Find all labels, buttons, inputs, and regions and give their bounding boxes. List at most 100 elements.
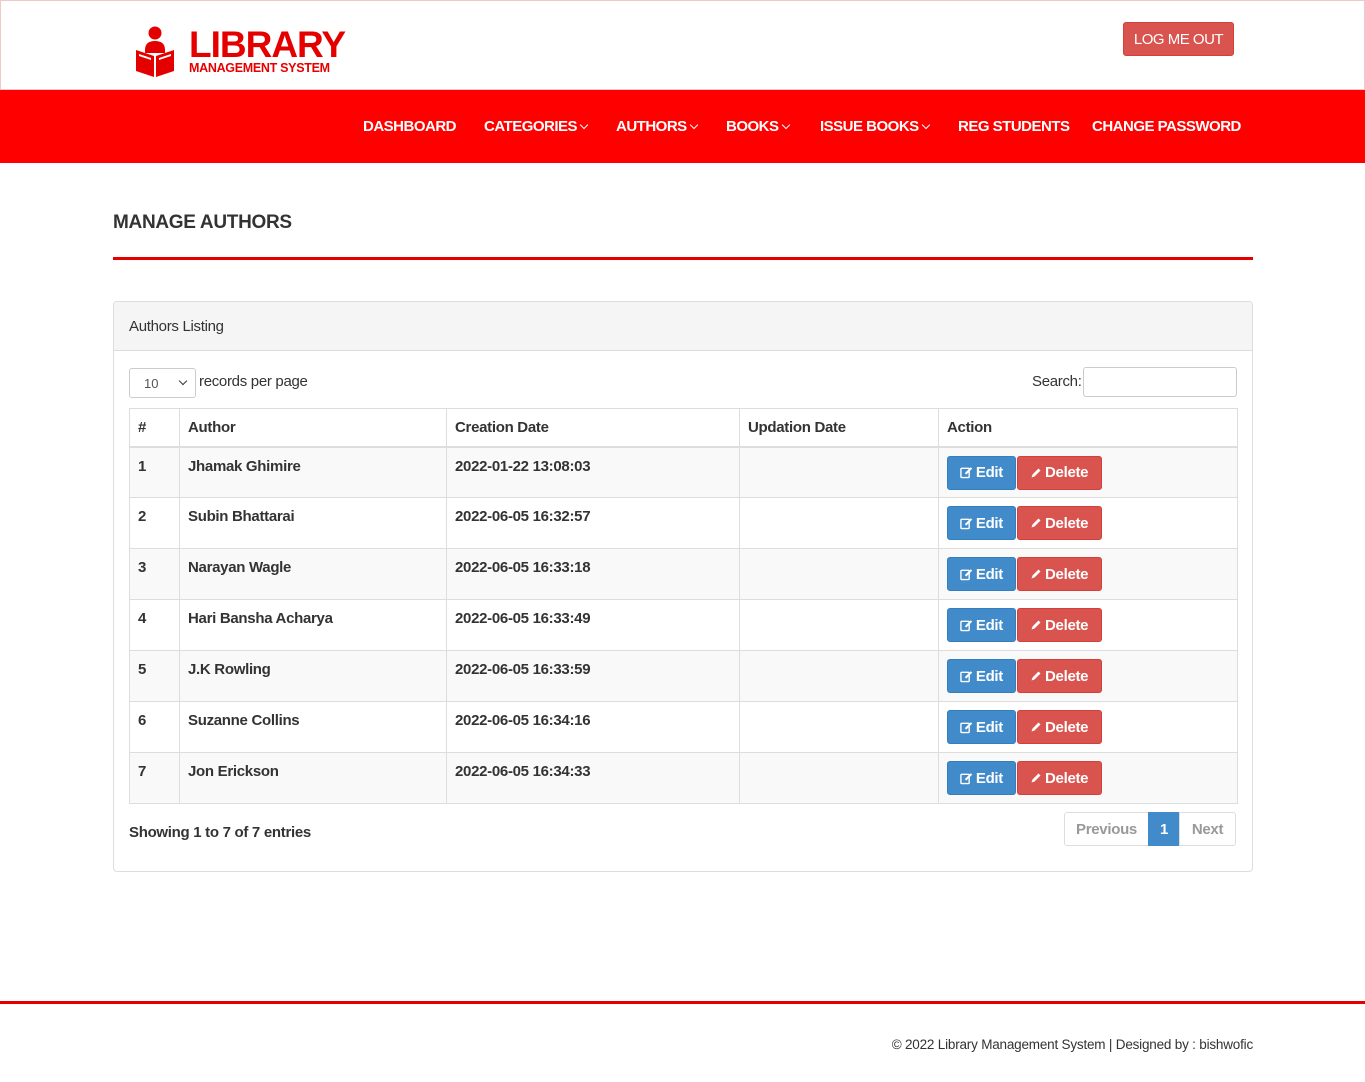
pencil-icon — [1031, 468, 1041, 477]
table-body: 1 Jhamak Ghimire 2022-01-22 13:08:03 Edit De… — [129, 446, 1238, 804]
pagination-next[interactable]: Next — [1179, 812, 1236, 846]
cell-creation-date: 2022-06-05 16:33:59 — [446, 650, 740, 702]
cell-number: 4 — [129, 599, 180, 651]
delete-button[interactable]: Delete — [1017, 710, 1102, 744]
nav-reg-students-label: REG STUDENTS — [958, 118, 1070, 135]
nav-change-password[interactable]: CHANGE PASSWORD — [1092, 90, 1241, 163]
chevron-down-icon — [689, 120, 698, 129]
cell-creation-date: 2022-06-05 16:34:16 — [446, 701, 740, 753]
pencil-icon — [1031, 569, 1041, 579]
edit-icon — [960, 721, 973, 733]
edit-button[interactable]: Edit — [947, 506, 1016, 540]
table-info: Showing 1 to 7 of 7 entries — [129, 824, 311, 841]
edit-icon — [960, 467, 973, 479]
delete-button[interactable]: Delete — [1017, 557, 1102, 591]
title-divider — [113, 257, 1253, 260]
page-title: MANAGE AUTHORS — [113, 212, 292, 233]
delete-button-label: Delete — [1045, 464, 1089, 481]
column-header-updation-date[interactable]: Updation Date — [739, 408, 939, 448]
chevron-down-icon — [921, 120, 930, 129]
chevron-down-icon — [781, 120, 790, 129]
table-row: 1 Jhamak Ghimire 2022-01-22 13:08:03 Edit De… — [129, 446, 1238, 498]
search-input[interactable] — [1083, 367, 1237, 397]
pencil-icon — [1031, 722, 1041, 732]
cell-author: Jon Erickson — [179, 752, 447, 804]
delete-button-label: Delete — [1045, 616, 1089, 634]
nav-issue-books[interactable]: ISSUE BOOKS — [820, 90, 930, 163]
nav-categories-label: CATEGORIES — [484, 118, 578, 135]
nav-dashboard[interactable]: DASHBOARD — [363, 90, 457, 163]
cell-action: Edit Delete — [938, 497, 1238, 549]
cell-creation-date: 2022-06-05 16:33:49 — [446, 599, 740, 651]
table-row: 2 Subin Bhattarai 2022-06-05 16:32:57 Edit D… — [129, 497, 1238, 549]
delete-button[interactable]: Delete — [1017, 659, 1102, 693]
edit-button-label: Edit — [975, 514, 1003, 532]
table-row: 3 Narayan Wagle 2022-06-05 16:33:18 Edit Del… — [129, 548, 1238, 600]
column-header-number[interactable]: # — [129, 408, 180, 448]
nav-categories[interactable]: CATEGORIES — [484, 90, 589, 163]
cell-number: 5 — [129, 650, 180, 702]
delete-button-label: Delete — [1045, 718, 1089, 736]
delete-button-label: Delete — [1045, 667, 1089, 685]
cell-number: 2 — [129, 497, 180, 549]
delete-button-label: Delete — [1045, 769, 1089, 787]
cell-action: Edit Delete — [938, 548, 1238, 600]
table-row: 6 Suzanne Collins 2022-06-05 16:34:16 Edit D… — [129, 701, 1238, 753]
cell-creation-date: 2022-06-05 16:33:18 — [446, 548, 740, 600]
footer-divider — [0, 1001, 1365, 1004]
delete-button[interactable]: Delete — [1017, 455, 1102, 490]
chevron-down-icon — [579, 120, 589, 129]
table-row: 4 Hari Bansha Acharya 2022-06-05 16:33:49 E… — [129, 599, 1238, 651]
cell-updation-date — [739, 446, 939, 498]
delete-button[interactable]: Delete — [1017, 506, 1102, 540]
nav-books[interactable]: BOOKS — [726, 90, 790, 163]
pencil-icon — [1031, 773, 1041, 783]
edit-button[interactable]: Edit — [947, 710, 1016, 744]
cell-action: Edit Delete — [938, 752, 1238, 804]
edit-icon — [960, 568, 973, 580]
delete-button[interactable]: Delete — [1017, 761, 1102, 795]
records-per-page-select[interactable]: 10 — [129, 368, 196, 398]
cell-author: Suzanne Collins — [179, 701, 447, 753]
authors-panel: Authors Listing 10 records per page Sear… — [113, 301, 1253, 872]
nav-change-password-label: CHANGE PASSWORD — [1092, 118, 1241, 135]
column-header-author[interactable]: Author — [179, 408, 447, 448]
cell-number: 1 — [129, 446, 180, 498]
top-header: LIBRARY MANAGEMENT SYSTEM LOG ME OUT — [0, 0, 1365, 90]
cell-creation-date: 2022-01-22 13:08:03 — [446, 446, 740, 498]
delete-button-label: Delete — [1045, 514, 1089, 532]
cell-updation-date — [739, 752, 939, 804]
cell-updation-date — [739, 548, 939, 600]
edit-button[interactable]: Edit — [947, 761, 1016, 795]
edit-button[interactable]: Edit — [947, 608, 1016, 642]
cell-author: Jhamak Ghimire — [179, 446, 447, 498]
edit-button[interactable]: Edit — [947, 455, 1016, 490]
edit-button-label: Edit — [975, 464, 1003, 481]
pencil-icon — [1031, 518, 1041, 528]
brand-title: LIBRARY — [189, 24, 346, 65]
brand-logo[interactable]: LIBRARY MANAGEMENT SYSTEM — [134, 24, 346, 80]
reader-book-icon — [136, 26, 174, 77]
cell-updation-date — [739, 599, 939, 651]
cell-number: 3 — [129, 548, 180, 600]
edit-button[interactable]: Edit — [947, 659, 1016, 693]
logout-button[interactable]: LOG ME OUT — [1123, 22, 1234, 56]
cell-updation-date — [739, 701, 939, 753]
column-header-creation-date[interactable]: Creation Date — [446, 408, 740, 448]
edit-icon — [960, 619, 973, 631]
pagination-page-1[interactable]: 1 — [1148, 812, 1180, 846]
panel-heading-label: Authors Listing — [129, 318, 224, 335]
column-header-action[interactable]: Action — [938, 408, 1238, 448]
main-navbar: DASHBOARD CATEGORIES AUTHORS BOOKS ISSUE… — [0, 90, 1365, 163]
cell-author: J.K Rowling — [179, 650, 447, 702]
nav-reg-students[interactable]: REG STUDENTS — [958, 90, 1070, 163]
nav-authors[interactable]: AUTHORS — [616, 90, 698, 163]
edit-button[interactable]: Edit — [947, 557, 1016, 591]
cell-action: Edit Delete — [938, 599, 1238, 651]
pagination-previous[interactable]: Previous — [1064, 812, 1149, 846]
cell-creation-date: 2022-06-05 16:32:57 — [446, 497, 740, 549]
edit-button-label: Edit — [975, 616, 1003, 634]
pencil-icon — [1031, 671, 1041, 681]
delete-button[interactable]: Delete — [1017, 608, 1102, 642]
records-per-page-label: records per page — [199, 373, 308, 390]
